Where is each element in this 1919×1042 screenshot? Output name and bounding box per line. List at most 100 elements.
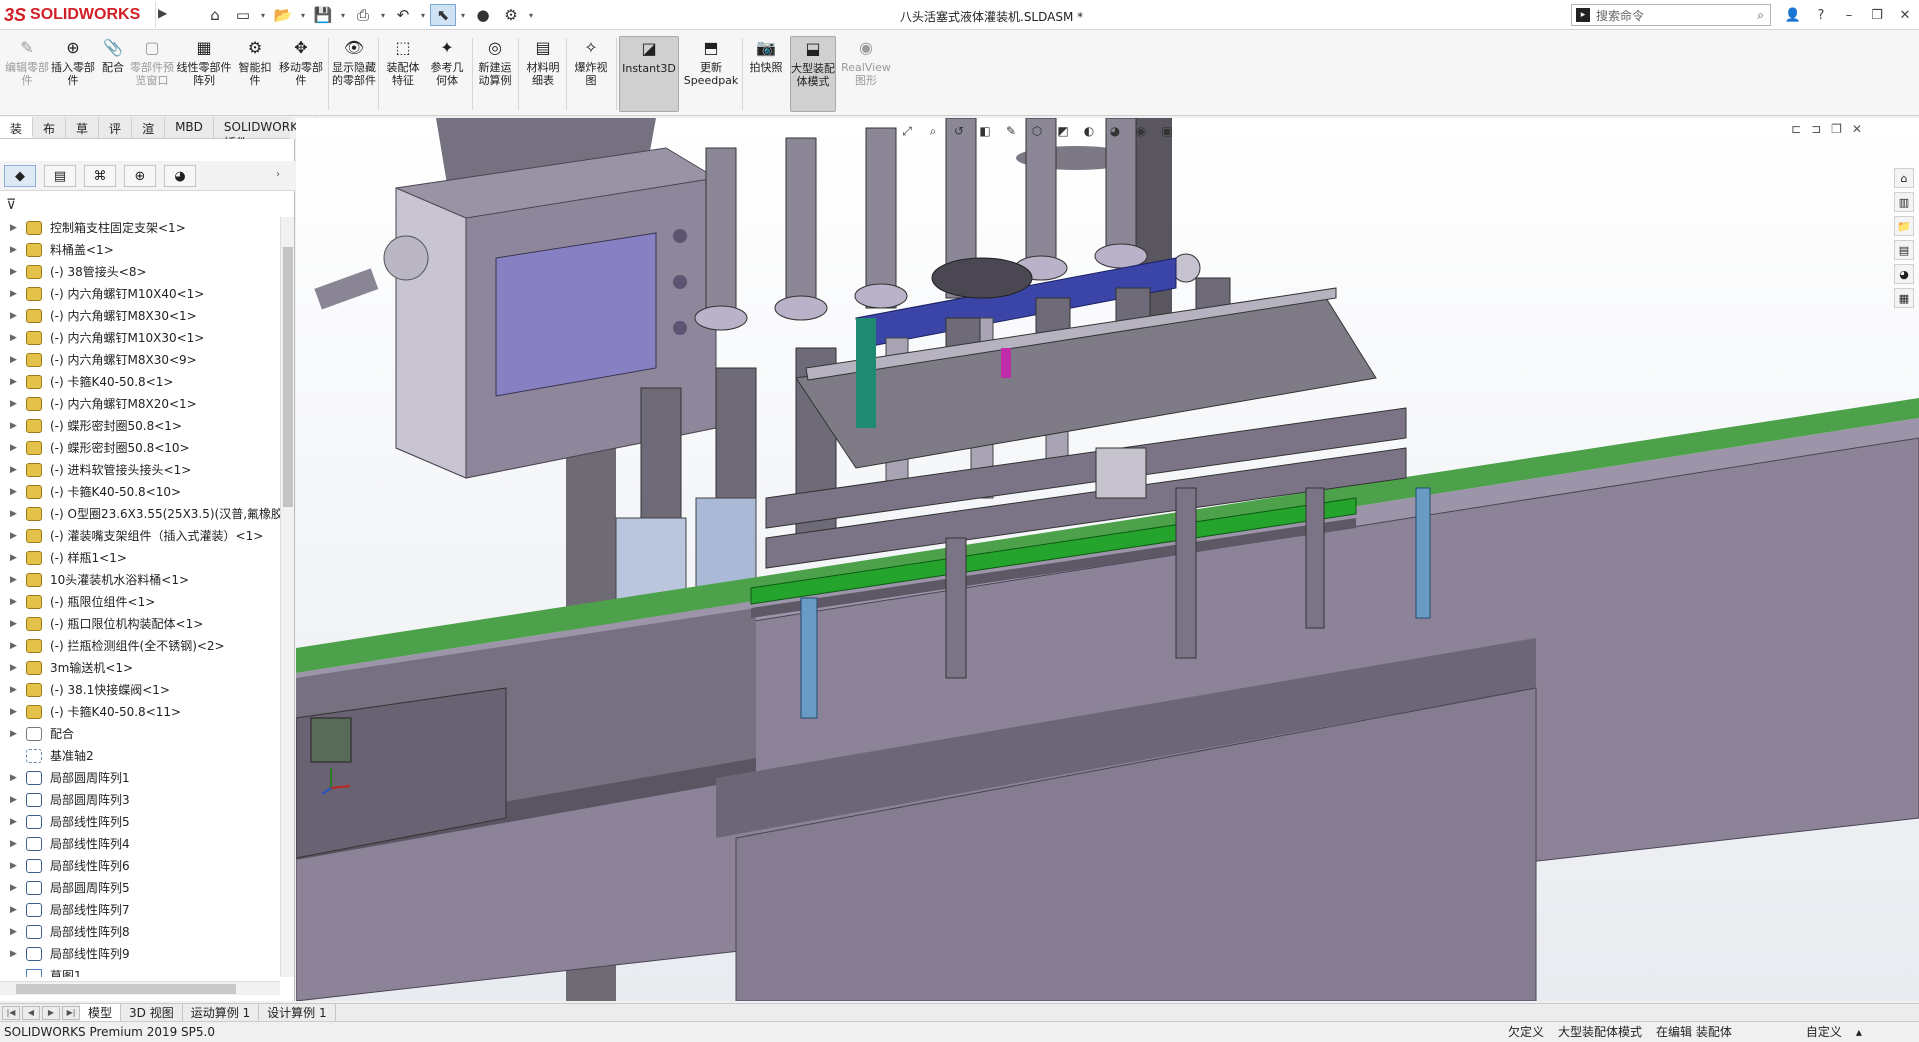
expand-arrow-icon[interactable]: ▶ (10, 591, 20, 613)
feature-manager-tab-icon[interactable]: ◆ (4, 165, 36, 187)
expand-arrow-icon[interactable]: ▶ (10, 503, 20, 525)
insert-component-button[interactable]: ⊕ 插入零部件 (50, 36, 96, 112)
tab-motion-study[interactable]: 运动算例 1 (183, 1003, 260, 1022)
tree-item[interactable]: ▶ (-) 内六角螺钉M8X30<9> (0, 349, 280, 371)
filter-icon[interactable]: ⊽ (6, 197, 24, 215)
realview-button[interactable]: ◉ RealView图形 (840, 36, 892, 112)
restore-icon[interactable]: ❐ (1866, 4, 1888, 26)
view-palette-icon[interactable]: ▤ (1894, 240, 1914, 260)
previous-view-icon[interactable]: ↺ (948, 120, 970, 142)
tree-item[interactable]: ▶ 局部线性阵列7 (0, 899, 280, 921)
dimxpert-tab-icon[interactable]: ⊕ (124, 165, 156, 187)
appearances-icon[interactable]: ◕ (1894, 264, 1914, 284)
tab-design-study[interactable]: 设计算例 1 (259, 1003, 336, 1022)
linear-pattern-button[interactable]: ▦ 线性零部件阵列 (176, 36, 232, 112)
tree-item[interactable]: ▶ (-) 瓶口限位机构装配体<1> (0, 613, 280, 635)
update-speedpak-button[interactable]: ⬒ 更新Speedpak (684, 36, 739, 112)
prev-tab-icon[interactable]: ◀ (22, 1005, 40, 1020)
select-icon[interactable]: ⬉ (430, 4, 456, 26)
expand-arrow-icon[interactable]: ▶ (10, 943, 20, 965)
scroll-thumb[interactable] (16, 984, 236, 994)
tree-item[interactable]: ▶ 局部圆周阵列5 (0, 877, 280, 899)
design-library-icon[interactable]: ▥ (1894, 192, 1914, 212)
new-motion-study-button[interactable]: ◎ 新建运动算例 (474, 36, 516, 112)
traffic-light-icon[interactable]: ● (470, 4, 496, 26)
viewport-restore-icon[interactable]: ❐ (1831, 122, 1842, 136)
solidworks-logo[interactable]: 3S SOLIDWORKS (4, 2, 156, 28)
exploded-view-button[interactable]: ✧ 爆炸视图 (570, 36, 612, 112)
instant3d-button[interactable]: ◪ Instant3D (619, 36, 679, 112)
minimize-icon[interactable]: – (1838, 4, 1860, 26)
section-view-icon[interactable]: ◧ (974, 120, 996, 142)
next-tab-icon[interactable]: ▶ (42, 1005, 60, 1020)
view-orientation-icon[interactable]: ⬡ (1026, 120, 1048, 142)
tree-item[interactable]: ▶ (-) 内六角螺钉M10X30<1> (0, 327, 280, 349)
options-dropdown-icon[interactable]: ▾ (526, 4, 536, 26)
tree-item[interactable]: ▶ 10头灌装机水浴料桶<1> (0, 569, 280, 591)
tree-item[interactable]: 草图1 (0, 965, 280, 977)
units-selector[interactable]: 自定义 (1806, 1022, 1842, 1042)
expand-arrow-icon[interactable]: ▶ (10, 393, 20, 415)
tree-item[interactable]: ▶ (-) 灌装嘴支架组件（插入式灌装）<1> (0, 525, 280, 547)
tree-vertical-scrollbar[interactable] (280, 217, 294, 977)
expand-arrow-icon[interactable]: ▶ (10, 833, 20, 855)
smart-fasteners-button[interactable]: ⚙ 智能扣件 (234, 36, 276, 112)
property-manager-tab-icon[interactable]: ▤ (44, 165, 76, 187)
expand-arrow-icon[interactable]: ▶ (10, 789, 20, 811)
viewport-prev-icon[interactable]: ⊏ (1791, 122, 1801, 136)
last-tab-icon[interactable]: ▶| (62, 1005, 80, 1020)
tree-item[interactable]: ▶ 局部线性阵列8 (0, 921, 280, 943)
search-input[interactable]: ▸ 搜索命令 ⌕ (1571, 4, 1771, 26)
expand-arrow-icon[interactable]: ▶ (10, 569, 20, 591)
expand-arrow-icon[interactable]: ▶ (10, 283, 20, 305)
tab-render-tools[interactable]: 渲染工具 (132, 117, 166, 187)
move-component-button[interactable]: ✥ 移动零部件 (278, 36, 324, 112)
tree-item[interactable]: ▶ (-) 内六角螺钉M8X20<1> (0, 393, 280, 415)
tree-item[interactable]: ▶ (-) 卡箍K40-50.8<10> (0, 481, 280, 503)
edit-component-button[interactable]: ✎ 编辑零部件 (4, 36, 50, 112)
display-style-icon[interactable]: ◩ (1052, 120, 1074, 142)
expand-arrow-icon[interactable]: ▶ (10, 635, 20, 657)
expand-arrow-icon[interactable]: ▶ (10, 723, 20, 745)
tab-model[interactable]: 模型 (80, 1003, 122, 1022)
tree-item[interactable]: ▶ (-) 蝶形密封圈50.8<1> (0, 415, 280, 437)
select-dropdown-icon[interactable]: ▾ (458, 4, 468, 26)
expand-arrow-icon[interactable]: ▶ (10, 899, 20, 921)
user-icon[interactable]: 👤 (1782, 4, 1804, 26)
expand-arrow-icon[interactable]: ▶ (10, 855, 20, 877)
graphics-viewport[interactable]: ⤢ ⌕ ↺ ◧ ✎ ⬡ ◩ ◐ ◕ ◉ ▣ ⊏ ⊐ ❐ ✕ (296, 118, 1919, 1001)
edit-appearance-icon[interactable]: ◕ (1104, 120, 1126, 142)
undo-dropdown-icon[interactable]: ▾ (418, 4, 428, 26)
save-icon[interactable]: 💾 (310, 4, 336, 26)
tree-item[interactable]: ▶ (-) 样瓶1<1> (0, 547, 280, 569)
tab-mbd[interactable]: MBD (165, 117, 214, 138)
tree-item[interactable]: ▶ (-) 38管接头<8> (0, 261, 280, 283)
expand-arrow-icon[interactable]: ▶ (10, 415, 20, 437)
tree-item[interactable]: ▶ 局部线性阵列6 (0, 855, 280, 877)
open-icon[interactable]: 📂 (270, 4, 296, 26)
tree-item[interactable]: ▶ 3m输送机<1> (0, 657, 280, 679)
tree-item[interactable]: ▶ (-) 卡箍K40-50.8<1> (0, 371, 280, 393)
custom-properties-icon[interactable]: ▦ (1894, 288, 1914, 308)
tree-item[interactable]: ▶ (-) 拦瓶检测组件(全不锈钢)<2> (0, 635, 280, 657)
tree-item[interactable]: ▶ (-) 进料软管接头接头<1> (0, 459, 280, 481)
bill-of-materials-button[interactable]: ▤ 材料明细表 (522, 36, 564, 112)
units-dropdown-icon[interactable]: ▴ (1856, 1022, 1862, 1042)
expand-arrow-icon[interactable]: ▶ (10, 767, 20, 789)
menu-expand-icon[interactable]: ▶ (158, 6, 172, 24)
tab-3d-view[interactable]: 3D 视图 (121, 1003, 183, 1022)
expand-arrow-icon[interactable]: ▶ (10, 349, 20, 371)
component-preview-button[interactable]: ▢ 零部件预览窗口 (130, 36, 174, 112)
tree-item[interactable]: ▶ 局部线性阵列4 (0, 833, 280, 855)
tree-item[interactable]: ▶ 控制箱支柱固定支架<1> (0, 217, 280, 239)
tree-item[interactable]: ▶ (-) 内六角螺钉M10X40<1> (0, 283, 280, 305)
expand-arrow-icon[interactable]: ▶ (10, 481, 20, 503)
expand-arrow-icon[interactable]: ▶ (10, 217, 20, 239)
tree-item[interactable]: ▶ (-) 蝶形密封圈50.8<10> (0, 437, 280, 459)
hide-show-items-icon[interactable]: ◐ (1078, 120, 1100, 142)
tree-item[interactable]: ▶ (-) 38.1快接蝶阀<1> (0, 679, 280, 701)
panel-expand-icon[interactable]: › (276, 169, 280, 180)
zoom-to-fit-icon[interactable]: ⤢ (896, 120, 918, 142)
tab-assembly[interactable]: 装配体 (0, 117, 34, 170)
undo-icon[interactable]: ↶ (390, 4, 416, 26)
